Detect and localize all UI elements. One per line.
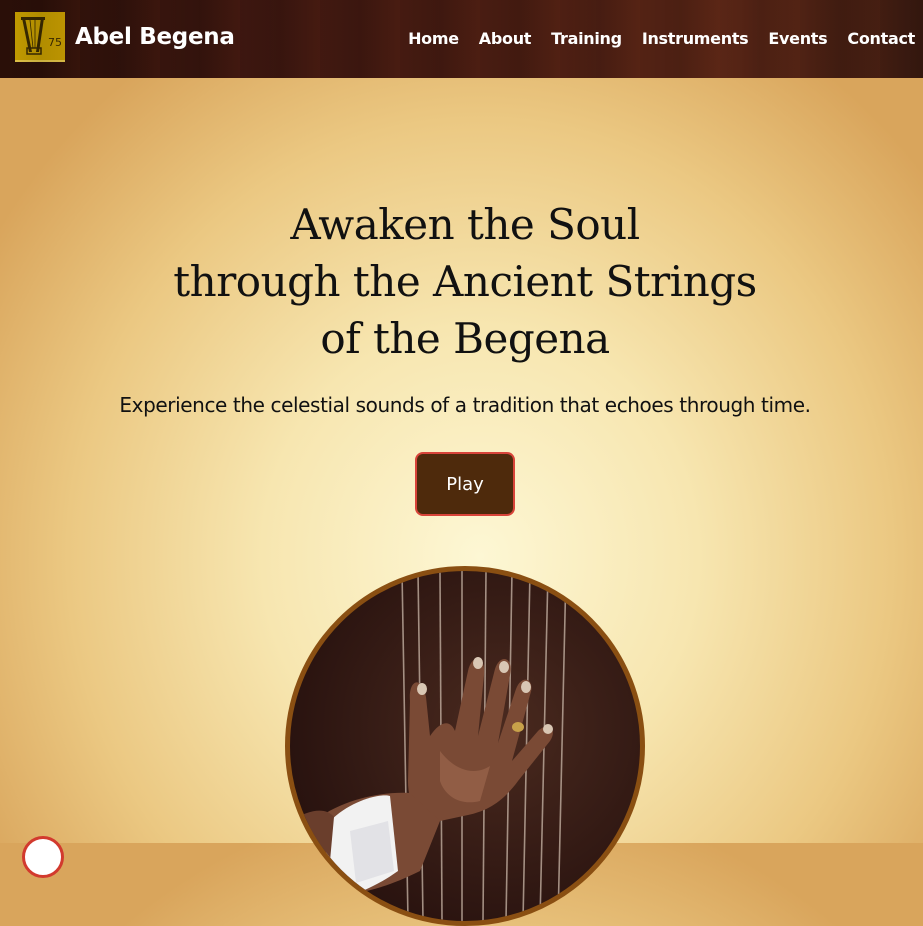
chat-widget-icon[interactable] (22, 836, 64, 878)
nav-events[interactable]: Events (768, 29, 827, 48)
nav-home[interactable]: Home (408, 29, 459, 48)
begena-logo-icon[interactable]: 75 (15, 12, 65, 62)
nav-about[interactable]: About (479, 29, 532, 48)
main-menu: Home About Training Instruments Events C… (408, 29, 915, 48)
svg-text:75: 75 (48, 36, 62, 49)
top-navbar: 75 Abel Begena Home About Training Instr… (0, 0, 923, 78)
hero-title-line-3: of the Begena (320, 314, 610, 363)
brand-name[interactable]: Abel Begena (75, 24, 235, 50)
hero-title-line-2: through the Ancient Strings (173, 257, 757, 306)
nav-instruments[interactable]: Instruments (642, 29, 749, 48)
nav-training[interactable]: Training (551, 29, 622, 48)
begena-hand-photo (285, 566, 645, 926)
hero-subtitle: Experience the celestial sounds of a tra… (119, 393, 811, 417)
hero-title-line-1: Awaken the Soul (290, 200, 640, 249)
hero-title: Awaken the Soul through the Ancient Stri… (0, 196, 923, 367)
nav-contact[interactable]: Contact (847, 29, 915, 48)
play-button[interactable]: Play (415, 452, 515, 516)
